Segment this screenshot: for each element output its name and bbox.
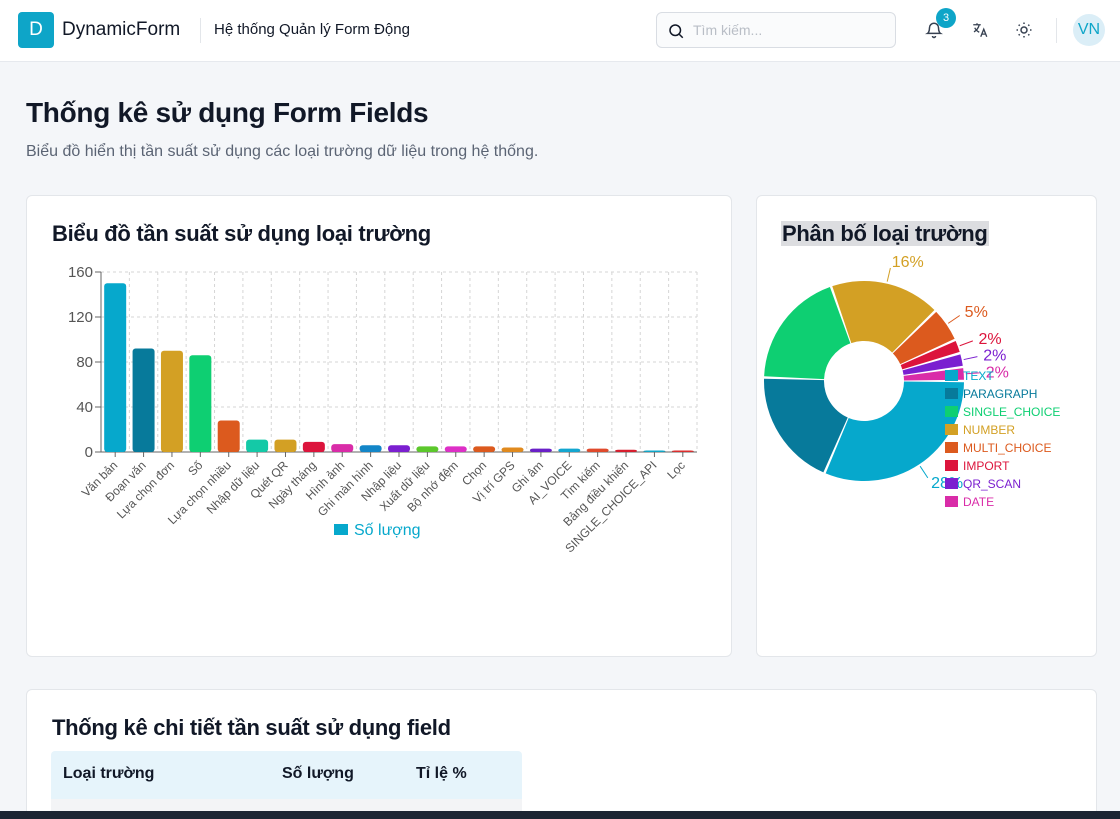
bar [331, 444, 354, 452]
legend-label: NUMBER [963, 423, 1015, 437]
search-input[interactable] [693, 20, 889, 40]
bar [189, 355, 212, 452]
bar [615, 449, 638, 452]
brand-name[interactable]: DynamicForm [62, 19, 180, 41]
bar [104, 283, 127, 452]
bar [132, 348, 155, 452]
legend-label: Số lượng [354, 522, 421, 539]
divider [1056, 18, 1057, 43]
bar [359, 445, 382, 452]
bar [416, 446, 439, 452]
x-tick-label: Lọc [664, 458, 688, 482]
search-box[interactable] [656, 12, 896, 48]
top-bar: D DynamicForm Hệ thống Quản lý Form Động… [0, 0, 1120, 62]
legend-swatch [945, 478, 958, 489]
page-title: Thống kê sử dụng Form Fields [26, 97, 429, 128]
bar [586, 448, 609, 452]
translate-icon [973, 23, 988, 38]
y-tick-label: 40 [76, 399, 93, 416]
language-button[interactable] [968, 18, 992, 42]
divider [200, 18, 201, 43]
bar [302, 441, 325, 452]
table-title: Thống kê chi tiết tần suất sử dụng field [52, 715, 451, 740]
legend-swatch [945, 442, 958, 453]
pie-chart-title: Phân bố loại trường [781, 221, 989, 247]
legend-swatch [945, 370, 958, 381]
bar-chart: 04080120160Văn bảnĐoạn vănLựa chọn đơn Số… [68, 264, 698, 555]
legend-swatch [945, 496, 958, 507]
legend-swatch [945, 424, 958, 435]
bar-chart-card: Biểu đồ tần suất sử dụng loại trường 0 40… [26, 195, 732, 657]
legend-swatch [945, 388, 958, 399]
theme-toggle[interactable] [1012, 18, 1036, 42]
x-tick-label: Số [185, 458, 206, 479]
pie-slice-label: 2% [983, 347, 1006, 364]
pie-slice-label: 5% [965, 304, 988, 321]
table-header: Loại trường Số lượng Tỉ lệ % [51, 751, 522, 799]
search-icon [669, 24, 684, 39]
logo[interactable]: D [18, 12, 54, 48]
legend-label: MULTI_CHOICE [963, 441, 1051, 455]
legend-swatch [945, 406, 958, 417]
pie-label-line [959, 340, 974, 347]
pie-chart-card: Phân bố loại trường 28%16%5%2%2%2%TEXTPA… [756, 195, 1097, 657]
bar [558, 448, 581, 452]
y-tick-label: 0 [85, 444, 93, 461]
pie-slice [825, 381, 964, 481]
y-tick-label: 80 [76, 354, 93, 371]
bar [217, 420, 240, 452]
sun-icon [1016, 22, 1032, 38]
pie-label-line [963, 356, 978, 361]
pie-label-line [947, 315, 961, 324]
legend-label: DATE [963, 495, 994, 509]
legend-label: PARAGRAPH [963, 387, 1037, 401]
pie-slice-label: 16% [892, 256, 924, 271]
pie-slice-label: 2% [978, 331, 1001, 348]
legend-label: QR_SCAN [963, 477, 1021, 491]
bar [643, 450, 666, 452]
legend-label: TEXT [963, 369, 994, 383]
legend-swatch [945, 460, 958, 471]
bar [274, 439, 297, 452]
pie-chart-title-text: Phân bố loại trường [781, 221, 989, 246]
bar [160, 350, 183, 452]
bar [388, 445, 410, 452]
column-header-count[interactable]: Số lượng [282, 765, 354, 783]
notification-badge: 3 [936, 8, 956, 28]
table-row [51, 799, 522, 811]
bar [501, 447, 524, 452]
bar [246, 439, 269, 452]
column-header-type[interactable]: Loại trường [63, 765, 154, 783]
page-description: Biểu đồ hiển thị tần suất sử dụng các lo… [26, 143, 539, 160]
legend-label: IMPORT [963, 459, 1010, 473]
bar [529, 448, 552, 452]
bar [444, 446, 467, 452]
legend-label: SINGLE_CHOICE [963, 405, 1060, 419]
column-header-percent[interactable]: Tỉ lệ % [416, 765, 467, 783]
legend-swatch [334, 524, 348, 535]
pie-label-line [886, 267, 891, 282]
bar [473, 446, 496, 452]
app-subtitle: Hệ thống Quản lý Form Động [214, 21, 410, 38]
bottom-bar [0, 811, 1120, 819]
y-tick-label: 120 [68, 309, 93, 326]
bar [671, 450, 694, 452]
pie-chart: 28%16%5%2%2%2%TEXTPARAGRAPHSINGLE_CHOICE… [764, 256, 1060, 509]
y-tick-label: 160 [68, 264, 93, 281]
avatar[interactable]: VN [1073, 14, 1105, 46]
pie-label-line [919, 465, 929, 479]
